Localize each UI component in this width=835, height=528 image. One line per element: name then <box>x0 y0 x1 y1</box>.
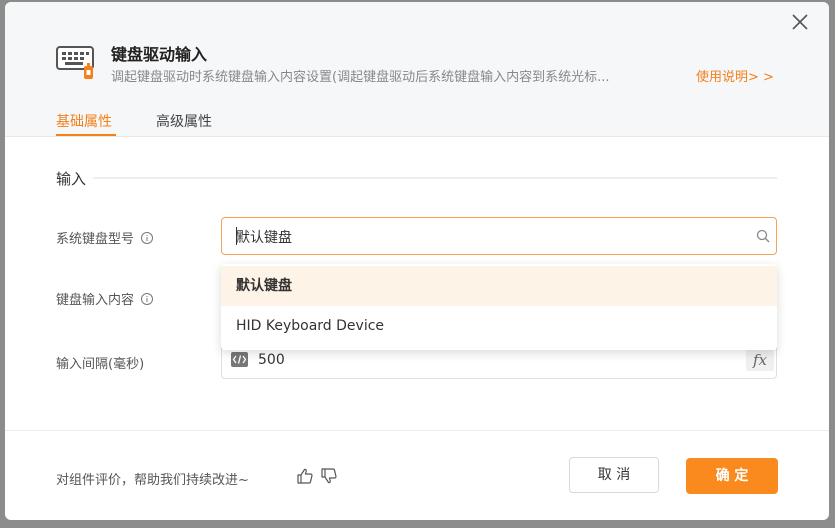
search-icon[interactable] <box>756 229 770 243</box>
keyboard-model-value: 默认键盘 <box>236 230 292 246</box>
keyboard-input-dialog: 键盘驱动输入 调起键盘驱动时系统键盘输入内容设置(调起键盘驱动后系统键盘输入内容… <box>5 2 829 520</box>
dialog-title: 键盘驱动输入 <box>111 45 208 64</box>
interval-label: 输入间隔(毫秒) <box>56 353 144 372</box>
help-link[interactable]: 使用说明> > <box>696 66 774 85</box>
section-title-input: 输入 <box>56 170 87 188</box>
close-icon <box>792 14 808 30</box>
dropdown-option-default-keyboard[interactable]: 默认键盘 <box>221 266 777 306</box>
confirm-button[interactable]: 确 定 <box>686 458 778 494</box>
info-icon[interactable] <box>140 292 154 306</box>
input-content-label-text: 键盘输入内容 <box>56 293 135 308</box>
feedback-text: 对组件评价，帮助我们持续改进~ <box>56 473 249 488</box>
active-tab-indicator <box>56 134 116 136</box>
dialog-description: 调起键盘驱动时系统键盘输入内容设置(调起键盘驱动后系统键盘输入内容到系统光标..… <box>111 70 610 85</box>
dropdown-option-hid-keyboard[interactable]: HID Keyboard Device <box>221 306 777 346</box>
interval-label-text: 输入间隔(毫秒) <box>56 357 145 372</box>
tab-advanced-properties[interactable]: 高级属性 <box>156 111 212 131</box>
thumbs-down-icon[interactable] <box>320 467 338 485</box>
keyboard-model-select[interactable]: 默认键盘 <box>221 217 777 255</box>
interval-value: 500 <box>258 352 285 368</box>
keyboard-model-label-text: 系统键盘型号 <box>56 232 135 247</box>
dialog-header: 键盘驱动输入 调起键盘驱动时系统键盘输入内容设置(调起键盘驱动后系统键盘输入内容… <box>5 2 829 137</box>
footer-divider <box>5 430 829 431</box>
tab-basic-properties[interactable]: 基础属性 <box>56 111 112 131</box>
section-divider <box>93 177 777 179</box>
code-icon <box>231 352 248 367</box>
fx-expression-button[interactable]: fx <box>746 349 774 371</box>
keyboard-model-label: 系统键盘型号 <box>56 228 154 247</box>
close-button[interactable] <box>788 10 812 34</box>
keyboard-model-dropdown: 默认键盘 HID Keyboard Device <box>221 264 777 350</box>
thumbs-up-icon[interactable] <box>296 467 314 485</box>
cancel-button[interactable]: 取 消 <box>569 457 659 493</box>
info-icon[interactable] <box>140 231 154 245</box>
input-content-label: 键盘输入内容 <box>56 289 154 308</box>
keyboard-icon <box>55 44 99 84</box>
